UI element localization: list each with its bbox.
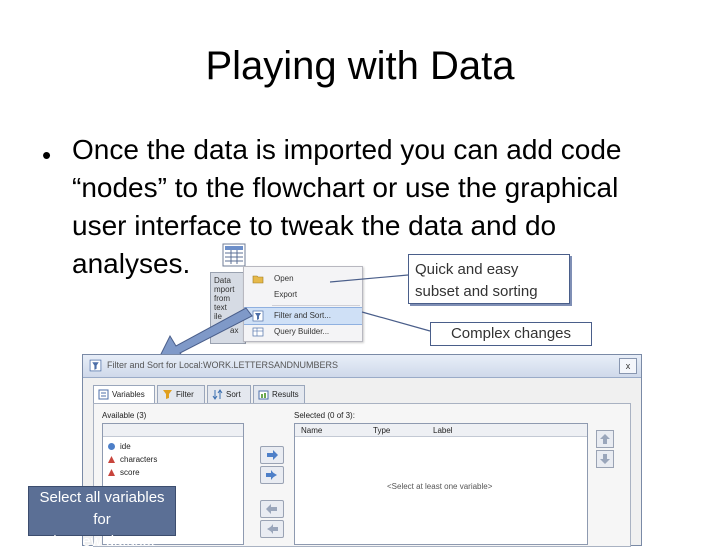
- arrow-up-icon: [600, 434, 610, 444]
- menu-item-export[interactable]: Export: [244, 287, 362, 303]
- callout-select-all: Select all variables for the new dataset: [28, 486, 176, 550]
- callout-select-line2: the new dataset: [49, 533, 155, 550]
- remove-all-button[interactable]: [260, 520, 284, 538]
- dialog-title: Filter and Sort for Local:WORK.LETTERSAN…: [107, 360, 339, 370]
- column-header-label: Label: [433, 426, 453, 435]
- context-menu: Open Export Filter and Sort... Query Bui…: [243, 266, 363, 342]
- tab-sort[interactable]: Sort: [207, 385, 251, 404]
- tab-filter[interactable]: Filter: [157, 385, 205, 404]
- tab-results[interactable]: Results: [253, 385, 305, 404]
- data-node-badge: ax: [230, 326, 239, 335]
- menu-item-query-builder[interactable]: Query Builder...: [244, 324, 362, 340]
- data-table-icon[interactable]: [222, 243, 246, 267]
- complex-callout-pointer: [361, 311, 431, 332]
- menu-separator: [272, 305, 360, 306]
- open-folder-icon: [252, 275, 264, 284]
- callout-select-line1: Select all variables for: [39, 489, 165, 528]
- menu-item-open[interactable]: Open: [244, 271, 362, 287]
- available-label: Available (3): [102, 411, 147, 420]
- callout-complex-changes: Complex changes: [430, 322, 592, 346]
- arrow-right-icon: [267, 450, 278, 460]
- filter-sort-icon: [252, 310, 264, 322]
- data-node-label: Data mport from text ile: [214, 276, 235, 321]
- add-all-button[interactable]: [260, 466, 284, 484]
- dialog-app-icon: [89, 359, 102, 372]
- column-header-type: Type: [373, 426, 391, 435]
- character-variable-icon: [108, 456, 115, 463]
- close-button[interactable]: x: [619, 358, 637, 374]
- double-arrow-right-icon: [266, 470, 277, 480]
- selected-label: Selected (0 of 3):: [294, 411, 355, 420]
- menu-item-filter-and-sort[interactable]: Filter and Sort...: [244, 307, 362, 325]
- move-down-button[interactable]: [596, 450, 614, 468]
- selected-listbox[interactable]: Name Type Label <Select at least one var…: [294, 423, 588, 545]
- bullet-marker: •: [42, 140, 52, 170]
- character-variable-icon: [108, 469, 115, 476]
- column-header-name: Name: [301, 426, 323, 435]
- slide-title: Playing with Data: [205, 44, 515, 88]
- callout-quick-line1: Quick and easy: [415, 261, 519, 278]
- dialog-titlebar[interactable]: Filter and Sort for Local:WORK.LETTERSAN…: [83, 355, 641, 378]
- tab-variables[interactable]: Variables: [93, 385, 155, 404]
- filter-tab-icon: [163, 390, 172, 399]
- results-tab-icon: [258, 390, 269, 400]
- sort-tab-icon: [212, 389, 223, 400]
- callout-quick-easy: Quick and easy subset and sorting: [408, 254, 570, 304]
- bullet-line-1: Once the data is imported you can add co…: [72, 134, 622, 165]
- bullet-line-2: “nodes” to the flowchart or use the grap…: [72, 172, 619, 203]
- bullet-line-3: user interface to tweak the data and do: [72, 210, 557, 241]
- variables-tab-icon: [98, 389, 109, 400]
- bullet-line-4: analyses.: [72, 248, 191, 279]
- available-list-header: [103, 424, 243, 437]
- selected-list-header: Name Type Label: [295, 424, 587, 437]
- add-selected-button[interactable]: [260, 446, 284, 464]
- arrow-down-icon: [600, 454, 610, 464]
- callout-quick-line2: subset and sorting: [415, 283, 538, 300]
- remove-selected-button[interactable]: [260, 500, 284, 518]
- selected-placeholder: <Select at least one variable>: [387, 482, 493, 491]
- query-builder-icon: [252, 327, 264, 337]
- move-up-button[interactable]: [596, 430, 614, 448]
- arrow-left-icon: [266, 504, 277, 514]
- numeric-variable-icon: [108, 443, 115, 450]
- double-arrow-left-icon: [267, 524, 278, 534]
